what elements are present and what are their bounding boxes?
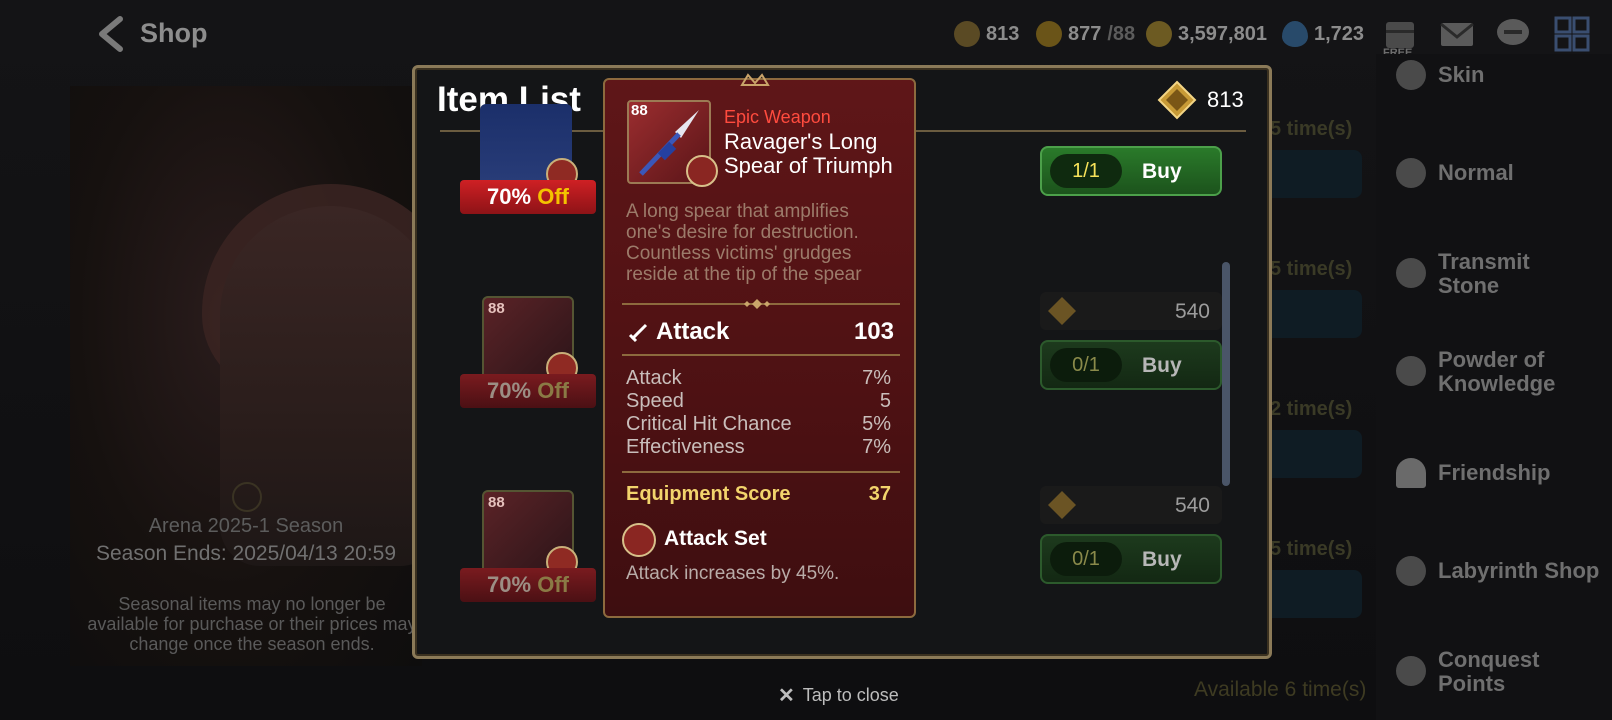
discount-badge: 70% Off [460, 374, 596, 408]
price-box: 540 [1040, 292, 1222, 330]
attack-set-icon [686, 155, 718, 187]
item-level: 88 [488, 494, 505, 511]
price-box: 540 [1040, 486, 1222, 524]
equipment-score: Equipment Score 37 [626, 483, 891, 505]
arena-flag-icon [954, 21, 980, 47]
main-stat: Attack 103 [626, 318, 894, 348]
set-name: Attack Set [664, 527, 767, 550]
conquest-icon [1396, 656, 1426, 686]
page-title: Shop [140, 18, 208, 48]
skystone-icon [1282, 21, 1308, 47]
purchase-count: 0/1 [1050, 542, 1122, 576]
season-character-art [70, 86, 460, 666]
available-times-text: Available 6 time(s) [1194, 678, 1367, 701]
sidebar-item-powder-of-knowledge[interactable]: Powder of Knowledge [1376, 326, 1612, 416]
currency-gold: 3,597,801 [1146, 20, 1267, 48]
skin-icon [1396, 60, 1426, 90]
purchase-count: 1/1 [1050, 154, 1122, 188]
divider [622, 471, 900, 473]
season-title: Arena 2025-1 Season [148, 515, 344, 537]
transmit-stone-icon [1396, 258, 1426, 288]
buy-button[interactable]: 0/1 Buy [1040, 340, 1222, 390]
item-rarity: Epic Weapon [724, 107, 831, 127]
purchase-count: 0/1 [1050, 348, 1122, 382]
diamond-ornament-icon [744, 299, 770, 309]
discount-badge: 70% Off [460, 568, 596, 602]
item-name: Ravager's Long Spear of Triumph [724, 129, 893, 178]
tap-to-close[interactable]: ✕ Tap to close [778, 683, 899, 708]
available-times-text: 5 time(s) [1270, 118, 1353, 140]
available-times-text: 5 time(s) [1270, 258, 1353, 280]
modal-currency: 813 [1157, 80, 1244, 120]
back-arrow-icon[interactable] [92, 16, 132, 52]
sidebar-item-friendship[interactable]: Friendship [1376, 428, 1612, 518]
currency-skystone: 1,723 [1282, 20, 1364, 48]
sub-stat: Attack 7% [626, 367, 891, 389]
sidebar-item-transmit-stone[interactable]: Transmit Stone [1376, 228, 1612, 318]
attack-set-icon [622, 523, 656, 557]
close-x-icon: ✕ [778, 685, 795, 707]
discount-badge: 70% Off [460, 180, 596, 214]
sidebar-item-conquest-points[interactable]: Conquest Points [1376, 626, 1612, 716]
item-description: A long spear that amplifies one's desire… [626, 201, 862, 285]
attack-icon [628, 323, 648, 343]
item-level: 88 [631, 102, 648, 119]
scrollbar[interactable] [1222, 262, 1230, 486]
season-emblem-icon [232, 482, 262, 512]
buy-button[interactable]: 0/1 Buy [1040, 534, 1222, 584]
globe-icon [1396, 158, 1426, 188]
divider [622, 354, 900, 356]
available-times-text: 2 time(s) [1270, 398, 1353, 420]
gold-icon [1146, 21, 1172, 47]
sidebar-item-skin[interactable]: Skin [1376, 30, 1612, 120]
top-bar: Shop 813 877 /88 3,597,801 1,723 FREE [0, 0, 1612, 68]
available-times-text: 5 time(s) [1270, 538, 1353, 560]
sidebar-item-labyrinth-shop[interactable]: Labyrinth Shop [1376, 526, 1612, 616]
stamina-icon [1036, 21, 1062, 47]
character-body [220, 206, 440, 566]
season-end-date: Season Ends: 2025/04/13 20:59 [95, 542, 397, 565]
sub-stat: Effectiveness 7% [626, 436, 891, 458]
sub-stat: Speed 5 [626, 390, 891, 412]
arena-flag-icon [1048, 297, 1076, 325]
arena-flag-icon [1048, 491, 1076, 519]
sub-stat: Critical Hit Chance 5% [626, 413, 891, 435]
currency-stamina: 877 /88 [1036, 20, 1135, 48]
season-note: Seasonal items may no longer be availabl… [87, 594, 417, 654]
currency-arena-flags: 813 [954, 20, 1019, 48]
item-level: 88 [488, 300, 505, 317]
labyrinth-icon [1396, 556, 1426, 586]
set-description: Attack increases by 45%. [626, 563, 840, 584]
heart-icon [1396, 458, 1426, 488]
buy-button[interactable]: 1/1 Buy [1040, 146, 1222, 196]
arena-flag-icon [1157, 80, 1197, 120]
powder-icon [1396, 356, 1426, 386]
sidebar-item-normal[interactable]: Normal [1376, 128, 1612, 218]
crown-ornament-icon [740, 73, 770, 86]
